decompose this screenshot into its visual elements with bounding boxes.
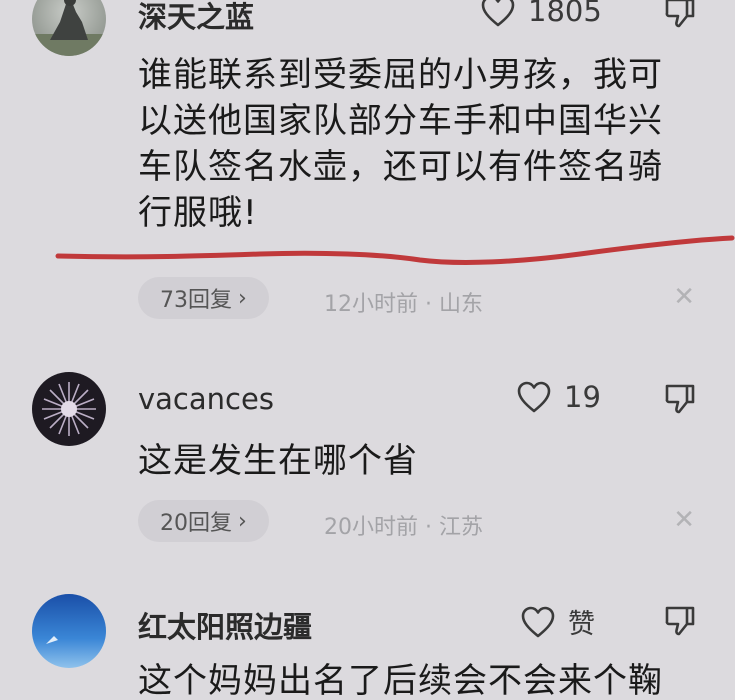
username[interactable]: 深天之蓝 — [138, 0, 254, 36]
like-button[interactable]: 1805 — [480, 0, 602, 28]
username[interactable]: vacances — [138, 382, 274, 416]
avatar[interactable] — [32, 0, 106, 56]
comment-meta: 12小时前 · 山东 — [324, 292, 483, 317]
comment-text: 谁能联系到受委屈的小男孩，我可 以送他国家队部分车手和中国华兴 车队签名水壶，还… — [138, 52, 713, 236]
replies-count: 73回复 — [160, 288, 232, 313]
comment-item: 深天之蓝 1805 谁能联系到受委屈的小男孩，我可 以送他国家队部分车手和中国华… — [0, 0, 735, 340]
replies-count: 20回复 — [160, 511, 232, 536]
comment-text: 这个妈妈出名了后续会不会来个鞠 — [138, 658, 713, 700]
like-count: 19 — [564, 380, 601, 414]
comment-text: 这是发生在哪个省 — [138, 438, 713, 484]
like-button[interactable]: 赞 — [520, 602, 595, 641]
comment-line: 行服哦! — [138, 193, 258, 233]
username[interactable]: 红太阳照边疆 — [138, 604, 312, 646]
avatar[interactable] — [32, 594, 106, 668]
close-icon[interactable]: ✕ — [673, 507, 695, 533]
like-count: 1805 — [528, 0, 602, 28]
heart-outline-icon — [521, 606, 555, 637]
heart-outline-icon — [517, 381, 551, 413]
replies-button[interactable]: 20回复 › — [138, 500, 269, 542]
like-count: 赞 — [568, 609, 595, 640]
replies-button[interactable]: 73回复 › — [138, 277, 269, 319]
close-icon[interactable]: ✕ — [673, 284, 695, 310]
heart-outline-icon — [481, 0, 515, 27]
comment-line: 这个妈妈出名了后续会不会来个鞠 — [138, 661, 663, 700]
like-button[interactable]: 19 — [516, 380, 601, 414]
comment-line: 谁能联系到受委屈的小男孩，我可 — [138, 55, 663, 95]
thumbs-down-outline-icon[interactable] — [663, 604, 697, 638]
comment-item: 红太阳照边疆 赞 这个妈妈出名了后续会不会来个鞠 — [0, 580, 735, 700]
thumbs-down-outline-icon[interactable] — [663, 382, 697, 416]
comment-meta: 20小时前 · 江苏 — [324, 515, 483, 540]
chevron-right-icon: › — [238, 508, 247, 534]
comment-line: 这是发生在哪个省 — [138, 441, 418, 481]
chevron-right-icon: › — [238, 285, 247, 311]
thumbs-down-outline-icon[interactable] — [663, 0, 697, 30]
comment-line: 以送他国家队部分车手和中国华兴 — [138, 101, 663, 141]
comment-line: 车队签名水壶，还可以有件签名骑 — [138, 147, 663, 187]
comment-item: vacances 19 这是发生在哪个省 20回复 › 20小时前 · 江苏 ✕ — [0, 360, 735, 550]
avatar[interactable] — [32, 372, 106, 446]
